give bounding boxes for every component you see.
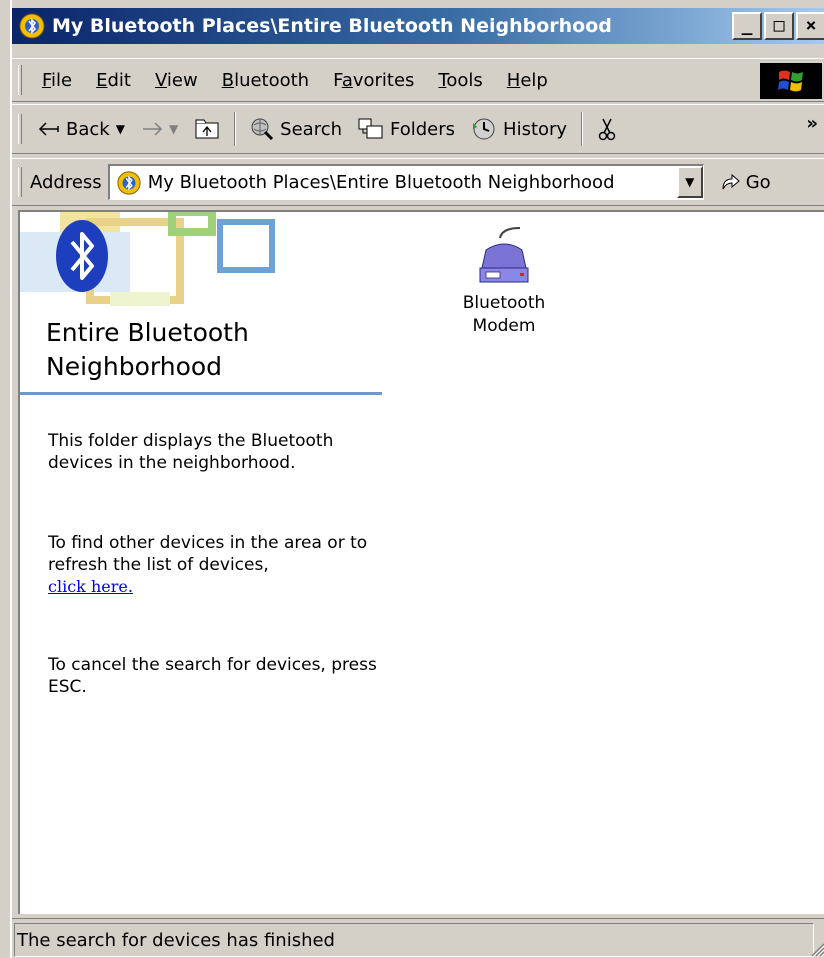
address-value: My Bluetooth Places\Entire Bluetooth Nei… bbox=[147, 172, 615, 193]
address-label: Address bbox=[30, 171, 102, 193]
up-folder-button[interactable] bbox=[186, 118, 228, 140]
search-label: Search bbox=[280, 118, 343, 140]
toolbar-chevron[interactable]: » bbox=[806, 113, 818, 134]
cut-button[interactable] bbox=[589, 117, 625, 141]
addressbar-grip[interactable] bbox=[18, 167, 22, 197]
history-icon bbox=[473, 118, 495, 140]
up-folder-icon bbox=[195, 119, 219, 139]
info-pane: Entire Bluetooth Neighborhood This folde… bbox=[20, 212, 392, 912]
menu-favorites[interactable]: Favorites bbox=[321, 70, 426, 91]
standard-toolbar: Back ▼ ▼ Search Folders History » bbox=[12, 104, 824, 154]
folders-button[interactable]: Folders bbox=[350, 118, 463, 140]
status-text: The search for devices has finished bbox=[14, 923, 814, 957]
menu-view[interactable]: View bbox=[143, 70, 210, 91]
toolbar-separator-2 bbox=[581, 112, 584, 146]
go-button[interactable]: Go bbox=[720, 171, 771, 193]
resize-grip-icon[interactable] bbox=[806, 938, 824, 958]
modem-icon bbox=[479, 227, 529, 283]
menubar-grip[interactable] bbox=[18, 65, 22, 95]
address-field[interactable]: My Bluetooth Places\Entire Bluetooth Nei… bbox=[107, 164, 704, 200]
maximize-button[interactable]: □ bbox=[764, 12, 794, 40]
pane-refresh-text: To find other devices in the area or to … bbox=[48, 532, 378, 598]
window-title: My Bluetooth Places\Entire Bluetooth Nei… bbox=[52, 15, 612, 37]
search-button[interactable]: Search bbox=[242, 117, 350, 141]
pane-refresh-instruction: To find other devices in the area or to … bbox=[48, 533, 368, 575]
folders-icon bbox=[358, 118, 383, 139]
bluetooth-places-icon bbox=[117, 170, 141, 195]
forward-button[interactable]: ▼ bbox=[133, 121, 186, 137]
back-button[interactable]: Back ▼ bbox=[30, 119, 133, 140]
pane-description: This folder displays the Bluetooth devic… bbox=[48, 431, 334, 473]
menu-tools[interactable]: Tools bbox=[426, 70, 494, 91]
device-item[interactable]: Bluetooth Modem bbox=[444, 224, 564, 338]
forward-dropdown-icon[interactable]: ▼ bbox=[169, 122, 178, 136]
forward-arrow-icon bbox=[142, 122, 162, 136]
back-dropdown-icon[interactable]: ▼ bbox=[116, 122, 125, 136]
toolbar-separator bbox=[234, 112, 237, 146]
close-button[interactable]: × bbox=[796, 12, 824, 40]
toolbar-grip[interactable] bbox=[18, 114, 22, 144]
bluetooth-banner-graphic bbox=[20, 212, 392, 312]
bluetooth-places-icon bbox=[19, 13, 45, 39]
status-bar: The search for devices has finished bbox=[12, 918, 824, 958]
address-dropdown-button[interactable]: ▼ bbox=[676, 166, 703, 198]
back-label: Back bbox=[66, 118, 110, 140]
menu-bluetooth[interactable]: Bluetooth bbox=[210, 70, 321, 91]
search-globe-icon bbox=[251, 118, 274, 141]
scissors-icon bbox=[598, 118, 616, 141]
menu-file[interactable]: File bbox=[30, 70, 84, 91]
windows-logo-icon bbox=[760, 63, 822, 99]
back-arrow-icon bbox=[38, 122, 59, 136]
address-bar: Address My Bluetooth Places\Entire Bluet… bbox=[12, 158, 824, 206]
folders-label: Folders bbox=[390, 118, 456, 140]
device-label: Bluetooth Modem bbox=[462, 293, 546, 336]
title-bar[interactable]: My Bluetooth Places\Entire Bluetooth Nei… bbox=[12, 8, 824, 44]
pane-cancel-text: To cancel the search for devices, press … bbox=[48, 655, 377, 697]
content-area: Entire Bluetooth Neighborhood This folde… bbox=[18, 210, 824, 914]
menu-help[interactable]: Help bbox=[495, 70, 560, 91]
history-button[interactable]: History bbox=[463, 117, 575, 141]
menu-bar: File Edit View Bluetooth Favorites Tools… bbox=[12, 58, 824, 102]
caption-buttons: _ □ × bbox=[732, 12, 824, 40]
explorer-window: My Bluetooth Places\Entire Bluetooth Nei… bbox=[10, 0, 824, 958]
minimize-button[interactable]: _ bbox=[732, 12, 762, 40]
go-label: Go bbox=[745, 171, 771, 193]
pane-title: Entire Bluetooth Neighborhood bbox=[46, 318, 249, 381]
go-arrow-icon bbox=[722, 173, 740, 190]
pane-divider bbox=[20, 392, 382, 395]
menu-edit[interactable]: Edit bbox=[84, 70, 143, 91]
refresh-link[interactable]: click here. bbox=[48, 577, 133, 596]
history-label: History bbox=[503, 118, 568, 140]
